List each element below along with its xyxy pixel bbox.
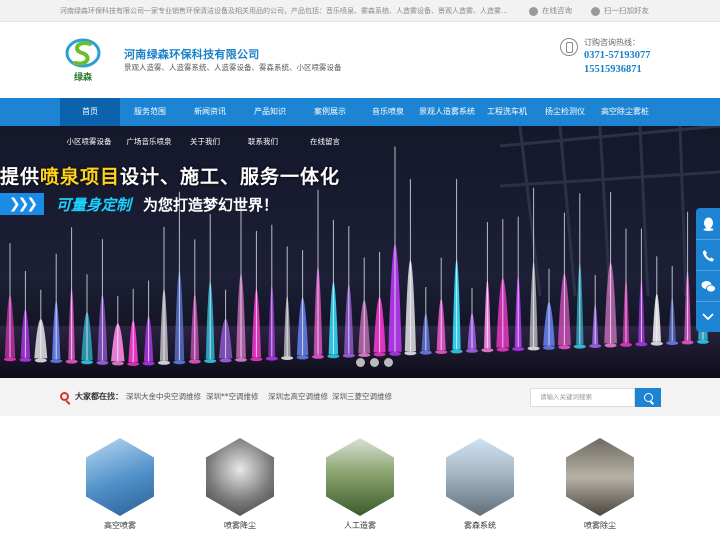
nav-item-car-washer[interactable]: 工程洗车机 [478, 98, 536, 126]
product-image-dust-spray[interactable] [206, 438, 274, 516]
hotline-number-1: 0371-57193077 [584, 50, 651, 61]
product-image-high-spray[interactable] [86, 438, 154, 516]
banner-custom: 可量身定制 [56, 195, 132, 214]
phone-icon[interactable] [696, 239, 720, 270]
hot-keyword[interactable]: 深圳三菱空调维修 [332, 391, 392, 402]
brand-name: 河南绿森环保科技有限公司 [124, 48, 260, 61]
top-bar: 河南绿森环保科技有限公司一家专业销售环保清洁设备及相关用品的公司，产品包括：音乐… [0, 0, 720, 22]
banner-headline: 提供喷泉项目设计、施工、服务一体化 [0, 162, 340, 189]
product-label[interactable]: 雾森系统 [435, 520, 525, 531]
online-consult-label: 在线咨询 [542, 6, 572, 15]
banner-subline: ❯❯❯ 可量身定制 为您打造梦幻世界！ [0, 192, 278, 216]
banner-headline-c: 设计、施工、服务一体化 [120, 166, 341, 188]
nav-item-news[interactable]: 新闻资讯 [180, 98, 240, 126]
banner-headline-a: 提供 [0, 166, 41, 188]
arrows-icon: ❯❯❯ [0, 193, 44, 215]
product-label[interactable]: 喷雾降尘 [195, 520, 285, 531]
sub-nav: 小区喷雾设备 广场音乐喷泉 关于我们 联系我们 在线留言 [60, 134, 354, 150]
nav-item-landscape-fog[interactable]: 景观人造雾系统 [416, 98, 478, 126]
search-input[interactable]: 请输入关键词搜索 [530, 388, 635, 407]
hot-keyword[interactable]: 深圳**空调维修 [206, 391, 259, 402]
search-icon [643, 393, 653, 402]
slider-dot[interactable] [356, 358, 365, 367]
site-header: 绿森 河南绿森环保科技有限公司 景观人造雾、人造雾系统、人造雾设备、雾森系统、小… [0, 22, 720, 98]
hero-banner[interactable]: 小区喷雾设备 广场音乐喷泉 关于我们 联系我们 在线留言 提供喷泉项目设计、施工… [0, 126, 720, 378]
online-consult-link[interactable]: 在线咨询 [529, 5, 572, 17]
hot-search-label: 大家都在找： [75, 392, 123, 401]
brand-tagline: 景观人造雾、人造雾系统、人造雾设备、雾森系统、小区喷雾设备 [124, 63, 342, 72]
company-intro: 河南绿森环保科技有限公司一家专业销售环保清洁设备及相关用品的公司，产品包括：音乐… [60, 7, 508, 15]
product-image-dust-removal[interactable] [566, 438, 634, 516]
slider-dot[interactable] [370, 358, 379, 367]
product-image-artificial-fog[interactable] [326, 438, 394, 516]
hot-keyword[interactable]: 深圳志高空调维修 [268, 391, 328, 402]
nav-item-services[interactable]: 服务范围 [120, 98, 180, 126]
nav-item-knowledge[interactable]: 产品知识 [240, 98, 300, 126]
search-button[interactable] [635, 388, 661, 407]
wechat-add-link[interactable]: 扫一扫加好友 [591, 5, 649, 17]
chevron-down-icon[interactable] [696, 301, 720, 332]
product-showcase: 高空喷雾 喷雾降尘 人工造雾 雾森系统 喷雾除尘 [0, 418, 720, 540]
slider-dots [356, 358, 398, 367]
hot-keyword[interactable]: 深圳大金中央空调维修 [126, 391, 201, 402]
product-label[interactable]: 高空喷雾 [75, 520, 165, 531]
phone-icon [560, 38, 578, 56]
company-logo[interactable]: 绿森 [64, 36, 102, 84]
banner-headline-highlight: 喷泉项目 [40, 166, 121, 188]
logo-text: 绿森 [74, 71, 93, 83]
product-image-fog-system[interactable] [446, 438, 514, 516]
nav-item-home[interactable]: 首页 [60, 98, 120, 126]
chat-icon [529, 6, 538, 16]
subnav-item-message[interactable]: 在线留言 [296, 134, 354, 150]
nav-item-music-fountain[interactable]: 音乐喷泉 [360, 98, 416, 126]
nav-item-dust-fog-pile[interactable]: 高空除尘雾桩 [594, 98, 656, 126]
subnav-item-community-spray[interactable]: 小区喷雾设备 [60, 134, 118, 150]
qq-icon[interactable] [696, 208, 720, 239]
subnav-item-contact[interactable]: 联系我们 [230, 134, 296, 150]
wechat-icon [591, 6, 600, 16]
hotline-label: 订购咨询热线： [584, 38, 640, 47]
main-nav: 首页 服务范围 新闻资讯 产品知识 案例展示 音乐喷泉 景观人造雾系统 工程洗车… [0, 98, 720, 126]
slider-dot[interactable] [384, 358, 393, 367]
wechat-icon[interactable] [696, 270, 720, 301]
nav-item-dust-monitor[interactable]: 扬尘检测仪 [536, 98, 594, 126]
product-label[interactable]: 人工造雾 [315, 520, 405, 531]
subnav-item-square-fountain[interactable]: 广场音乐喷泉 [118, 134, 180, 150]
subnav-item-about[interactable]: 关于我们 [180, 134, 230, 150]
product-label[interactable]: 喷雾除尘 [555, 520, 645, 531]
search-icon [60, 392, 69, 401]
hotline-number-2: 15515936871 [584, 64, 642, 75]
wechat-add-label: 扫一扫加好友 [604, 6, 649, 15]
banner-subline-text: 为您打造梦幻世界！ [143, 195, 279, 214]
nav-item-cases[interactable]: 案例展示 [300, 98, 360, 126]
side-float-bar [696, 208, 720, 332]
